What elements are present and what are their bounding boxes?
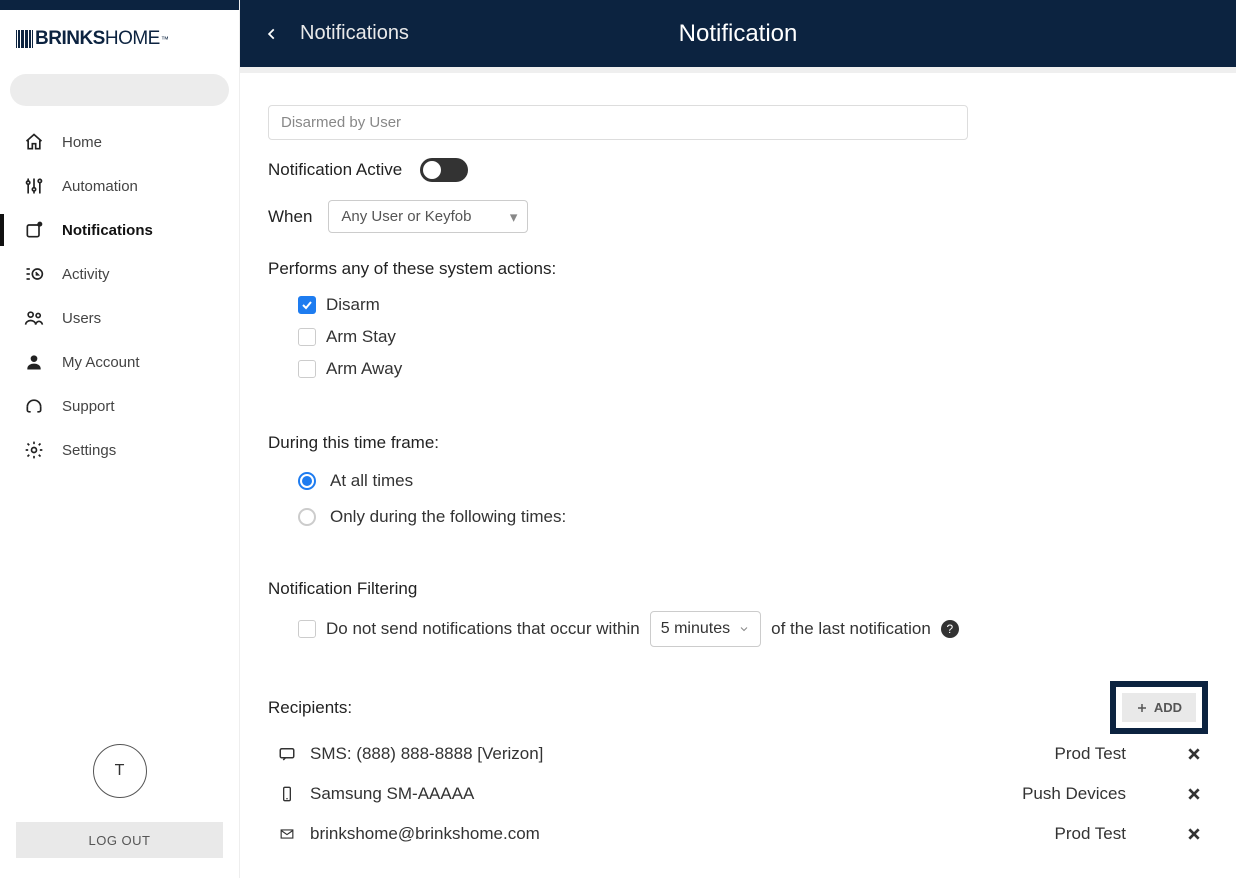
sidebar-accent — [0, 0, 239, 10]
person-icon — [24, 352, 44, 372]
activity-icon — [24, 264, 44, 284]
nav-label: My Account — [62, 354, 140, 371]
timeframe-label: During this time frame: — [268, 433, 1208, 453]
sidebar-search-placeholder[interactable] — [10, 74, 229, 106]
nav-settings[interactable]: Settings — [0, 428, 239, 472]
nav-label: Home — [62, 134, 102, 151]
home-icon — [24, 132, 44, 152]
nav-label: Support — [62, 398, 115, 415]
back-button[interactable] — [252, 23, 292, 45]
plus-icon — [1136, 702, 1148, 714]
content: Notification Active When Any User or Key… — [240, 67, 1236, 878]
trademark: ™ — [161, 35, 169, 44]
recipient-text: SMS: (888) 888-8888 [Verizon] — [310, 744, 1054, 764]
page-title: Notification — [679, 20, 798, 48]
remove-recipient-button[interactable] — [1186, 826, 1202, 842]
filtering-interval-value: 5 minutes — [661, 620, 730, 638]
add-label: ADD — [1154, 700, 1182, 715]
remove-recipient-button[interactable] — [1186, 746, 1202, 762]
users-icon — [24, 308, 44, 328]
recipient-row: Samsung SM-AAAAA Push Devices — [268, 774, 1208, 814]
nav-notifications[interactable]: Notifications — [0, 208, 239, 252]
action-arm-away-checkbox[interactable] — [298, 360, 316, 378]
filtering-text-suffix: of the last notification — [771, 619, 931, 639]
main: Notifications Notification Notification … — [240, 0, 1236, 878]
action-label: Arm Away — [326, 359, 402, 379]
nav-my-account[interactable]: My Account — [0, 340, 239, 384]
active-label: Notification Active — [268, 160, 402, 180]
when-value: Any User or Keyfob — [341, 208, 471, 225]
phone-icon — [274, 785, 300, 803]
sidebar: BRINKSHOME™ Home Automation Notification… — [0, 0, 240, 878]
action-label: Arm Stay — [326, 327, 396, 347]
filtering-text-prefix: Do not send notifications that occur wit… — [326, 619, 640, 639]
nav-label: Settings — [62, 442, 116, 459]
action-label: Disarm — [326, 295, 380, 315]
help-icon[interactable]: ? — [941, 620, 959, 638]
add-recipient-button[interactable]: ADD — [1122, 693, 1196, 722]
logout-button[interactable]: LOG OUT — [16, 822, 223, 858]
headset-icon — [24, 396, 44, 416]
nav-label: Users — [62, 310, 101, 327]
gear-icon — [24, 440, 44, 460]
chevron-down-icon — [738, 623, 750, 635]
caret-down-icon: ▾ — [510, 208, 518, 226]
filtering-interval-select[interactable]: 5 minutes — [650, 611, 761, 647]
active-toggle[interactable] — [420, 158, 468, 182]
logo-bars-icon — [16, 30, 33, 48]
remove-recipient-button[interactable] — [1186, 786, 1202, 802]
nav-automation[interactable]: Automation — [0, 164, 239, 208]
timeframe-all-radio[interactable] — [298, 472, 316, 490]
mail-icon — [274, 827, 300, 841]
nav-label: Activity — [62, 266, 110, 283]
actions-label: Performs any of these system actions: — [268, 259, 1208, 279]
recipients-label: Recipients: — [268, 698, 352, 718]
header: Notifications Notification — [240, 0, 1236, 67]
nav-activity[interactable]: Activity — [0, 252, 239, 296]
avatar[interactable]: T — [93, 744, 147, 798]
action-arm-stay-checkbox[interactable] — [298, 328, 316, 346]
filtering-checkbox[interactable] — [298, 620, 316, 638]
recipient-tag: Prod Test — [1054, 824, 1126, 844]
brand-light: HOME — [105, 28, 160, 49]
recipient-row: SMS: (888) 888-8888 [Verizon] Prod Test — [268, 734, 1208, 774]
notification-name-input[interactable] — [268, 105, 968, 140]
notification-icon — [24, 220, 44, 240]
when-label: When — [268, 207, 312, 227]
action-disarm-checkbox[interactable] — [298, 296, 316, 314]
brand-logo: BRINKSHOME™ — [0, 10, 239, 62]
nav-home[interactable]: Home — [0, 120, 239, 164]
sms-icon — [274, 745, 300, 763]
when-select[interactable]: Any User or Keyfob ▾ — [328, 200, 528, 233]
recipient-tag: Prod Test — [1054, 744, 1126, 764]
timeframe-specific-radio[interactable] — [298, 508, 316, 526]
add-button-highlight: ADD — [1110, 681, 1208, 734]
nav: Home Automation Notifications Activity U… — [0, 120, 239, 744]
radio-label: Only during the following times: — [330, 507, 566, 527]
nav-support[interactable]: Support — [0, 384, 239, 428]
recipient-text: Samsung SM-AAAAA — [310, 784, 1022, 804]
breadcrumb[interactable]: Notifications — [300, 22, 409, 45]
radio-label: At all times — [330, 471, 413, 491]
recipient-row: brinkshome@brinkshome.com Prod Test — [268, 814, 1208, 854]
filtering-label: Notification Filtering — [268, 579, 1208, 599]
nav-users[interactable]: Users — [0, 296, 239, 340]
sliders-icon — [24, 176, 44, 196]
recipient-text: brinkshome@brinkshome.com — [310, 824, 1054, 844]
chevron-left-icon — [265, 23, 279, 45]
nav-label: Automation — [62, 178, 138, 195]
recipient-tag: Push Devices — [1022, 784, 1126, 804]
brand-strong: BRINKS — [35, 28, 105, 49]
nav-label: Notifications — [62, 222, 153, 239]
